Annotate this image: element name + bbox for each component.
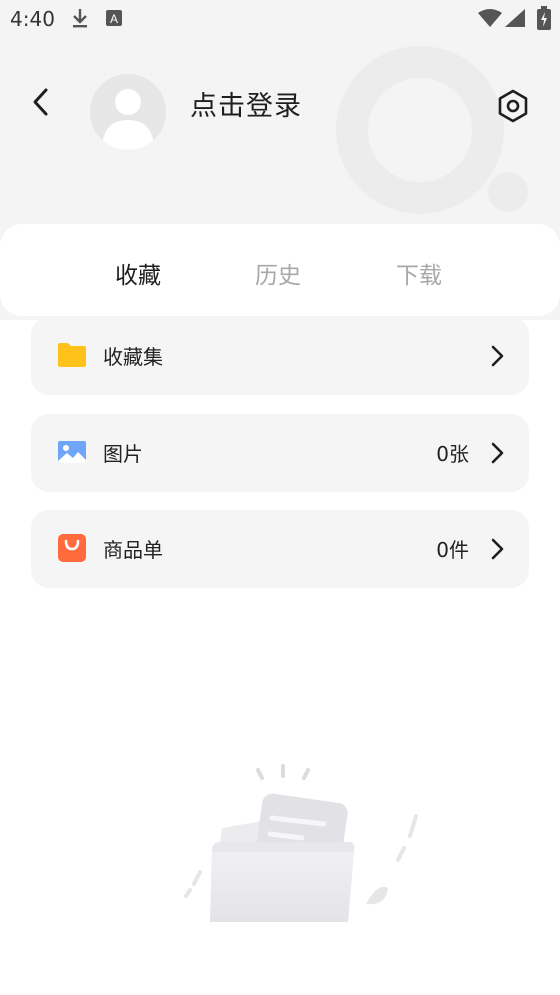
login-prompt[interactable]: 点击登录	[190, 84, 302, 123]
signal-icon	[505, 9, 525, 27]
font-status-icon: A	[106, 10, 122, 26]
tab-history[interactable]: 历史	[255, 256, 301, 290]
chevron-right-icon	[491, 538, 504, 560]
wifi-icon	[478, 9, 502, 27]
download-status-icon	[73, 9, 87, 28]
shopping-bag-icon	[58, 534, 86, 562]
decorative-ring	[336, 46, 528, 214]
tab-favorites[interactable]: 收藏	[115, 256, 161, 290]
row-label: 图片	[103, 442, 143, 466]
svg-text:A: A	[110, 12, 118, 26]
status-time: 4:40	[10, 7, 55, 31]
chevron-right-icon	[491, 442, 504, 464]
avatar[interactable]	[90, 74, 166, 150]
row-product-list[interactable]: 商品单 0件	[31, 510, 529, 588]
tabs-card: 收藏 历史 下载	[0, 224, 560, 316]
row-collections[interactable]: 收藏集	[31, 317, 529, 395]
row-label: 商品单	[103, 538, 163, 562]
empty-folder-illustration	[184, 764, 418, 922]
row-label: 收藏集	[103, 345, 163, 369]
chevron-right-icon	[491, 345, 504, 367]
row-images[interactable]: 图片 0张	[31, 414, 529, 492]
product-count: 0件	[436, 538, 469, 562]
back-icon[interactable]	[26, 86, 58, 118]
status-bar: 4:40 A	[0, 0, 560, 38]
tab-downloads[interactable]: 下载	[396, 256, 442, 290]
user-placeholder-icon	[102, 89, 154, 150]
settings-icon[interactable]	[497, 89, 529, 123]
folder-icon	[58, 343, 86, 367]
image-icon	[58, 441, 86, 463]
battery-charging-icon	[537, 6, 551, 30]
image-count: 0张	[436, 442, 469, 466]
